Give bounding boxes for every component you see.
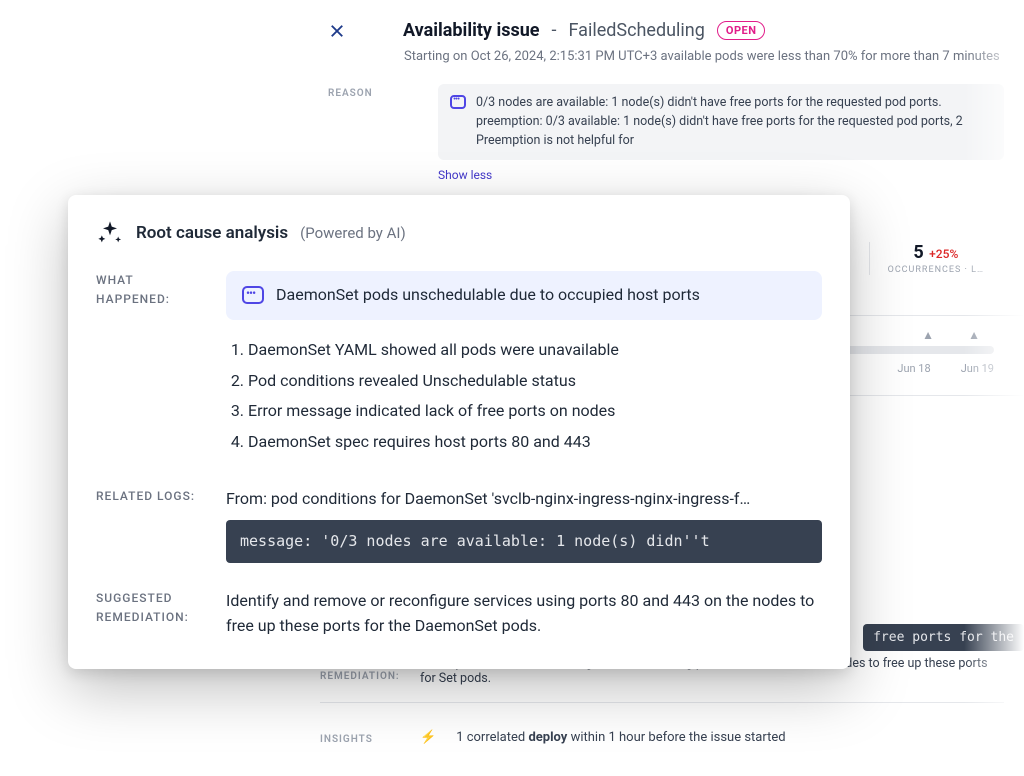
list-item: Pod conditions revealed Unschedulable st…	[248, 369, 822, 394]
message-icon	[450, 95, 466, 109]
list-item: DaemonSet YAML showed all pods were unav…	[248, 338, 822, 363]
rca-title: Root cause analysis	[136, 223, 288, 243]
drawer-header: Availability issue - FailedScheduling OP…	[300, 20, 1024, 41]
message-icon	[242, 286, 264, 304]
issue-title: Availability issue	[403, 20, 540, 41]
what-happened-label: WHAT HAPPENED:	[96, 271, 206, 461]
list-item: DaemonSet spec requires host ports 80 an…	[248, 430, 822, 455]
what-happened-row: WHAT HAPPENED: DaemonSet pods unschedula…	[96, 271, 822, 461]
reason-row: REASON 0/3 nodes are available: 1 node(s…	[300, 64, 1024, 160]
background-code-snippet: free ports for the	[863, 624, 1024, 651]
insights-label: INSIGHTS	[320, 730, 400, 745]
status-badge: OPEN	[717, 21, 766, 40]
rca-header: Root cause analysis (Powered by AI)	[96, 219, 822, 247]
issue-meta: Starting on Oct 26, 2024, 2:15:31 PM UTC…	[300, 41, 1024, 64]
issue-sep: -	[552, 20, 557, 41]
related-logs-row: RELATED LOGS: From: pod conditions for D…	[96, 487, 822, 563]
timeline-warning-icon: ▲	[968, 328, 980, 342]
timeline-warning-icon: ▲	[922, 328, 934, 342]
insights-text: 1 correlated deploy within 1 hour before…	[456, 730, 785, 745]
sparkle-icon	[96, 219, 124, 247]
log-code-block[interactable]: message: '0/3 nodes are available: 1 nod…	[226, 520, 822, 563]
close-icon[interactable]	[328, 22, 346, 40]
insights-row: INSIGHTS ⚡ 1 correlated deploy within 1 …	[320, 730, 1004, 745]
remediation-row: SUGGESTED REMEDIATION: Identify and remo…	[96, 589, 822, 639]
logs-from-text: From: pod conditions for DaemonSet 'svcl…	[226, 487, 822, 512]
related-logs-label: RELATED LOGS:	[96, 487, 206, 563]
summary-text: DaemonSet pods unschedulable due to occu…	[276, 283, 700, 308]
timeline-date: Jun 19	[961, 362, 994, 375]
stat-delta: +25%	[929, 247, 958, 261]
timeline-date: Jun 18	[897, 362, 930, 375]
list-item: Error message indicated lack of free por…	[248, 399, 822, 424]
reason-box: 0/3 nodes are available: 1 node(s) didn'…	[438, 84, 1004, 160]
steps-list: DaemonSet YAML showed all pods were unav…	[226, 338, 822, 455]
remediation-text: Identify and remove or reconfigure servi…	[226, 589, 822, 639]
summary-box: DaemonSet pods unschedulable due to occu…	[226, 271, 822, 320]
reason-text: 0/3 nodes are available: 1 node(s) didn'…	[476, 94, 992, 150]
rca-card: Root cause analysis (Powered by AI) WHAT…	[68, 195, 850, 669]
reason-label: REASON	[328, 84, 418, 160]
stat-label: OCCURRENCES · L…	[888, 265, 984, 275]
stat-number: 5	[913, 242, 923, 263]
occurrences-stat: 5 +25% OCCURRENCES · L…	[888, 242, 984, 275]
rca-subtitle: (Powered by AI)	[300, 224, 406, 242]
show-less-link[interactable]: Show less	[300, 160, 1024, 182]
bolt-icon: ⚡	[420, 730, 436, 745]
remediation-label: SUGGESTED REMEDIATION:	[96, 589, 206, 639]
issue-subtitle: FailedScheduling	[569, 20, 705, 41]
